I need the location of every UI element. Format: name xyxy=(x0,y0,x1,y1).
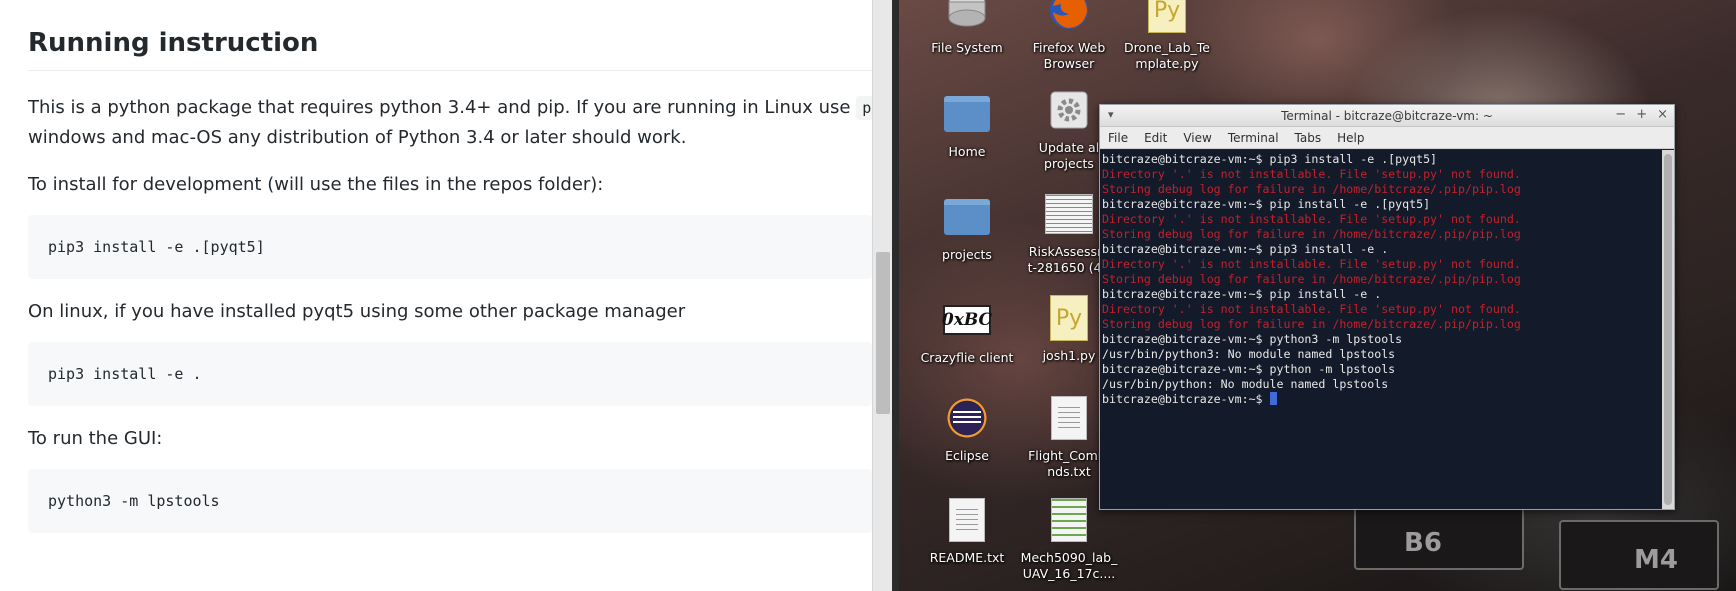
terminal-line: bitcraze@bitcraze-vm:~$ pip install -e . xyxy=(1102,287,1382,301)
text-file-icon xyxy=(1045,394,1093,442)
terminal-line: Storing debug log for failure in /home/b… xyxy=(1102,182,1521,196)
folder-link-icon xyxy=(943,193,991,241)
python-file-icon: Py xyxy=(1143,0,1191,34)
document-scroll-thumb[interactable] xyxy=(876,252,890,414)
minimize-button[interactable]: − xyxy=(1615,107,1626,122)
desktop-icon-label: Home xyxy=(948,144,986,159)
document-scrollbar[interactable] xyxy=(872,0,892,591)
desktop-icon-label: Mech5090_lab_ UAV_16_17c.... xyxy=(1020,550,1118,581)
desktop-icon-crazyflie-client[interactable]: 0xBC Crazyflie client xyxy=(912,296,1022,366)
terminal-output[interactable]: bitcraze@bitcraze-vm:~$ pip3 install -e … xyxy=(1100,150,1662,509)
terminal-line: Directory '.' is not installable. File '… xyxy=(1102,167,1521,181)
readme-document: Running instruction This is a python pac… xyxy=(0,0,872,591)
section-heading: Running instruction xyxy=(28,28,872,71)
desktop-icon-label: README.txt xyxy=(929,550,1005,565)
menu-help[interactable]: Help xyxy=(1337,131,1364,145)
terminal-menubar: File Edit View Terminal Tabs Help xyxy=(1100,127,1674,149)
desktop-icon-readme[interactable]: README.txt xyxy=(912,496,1022,566)
terminal-line: Storing debug log for failure in /home/b… xyxy=(1102,317,1521,331)
firefox-icon xyxy=(1045,0,1093,34)
python-file-icon: Py xyxy=(1045,294,1093,342)
desktop-icon-label: Eclipse xyxy=(945,448,989,463)
wallpaper-text-b6: B6 xyxy=(1404,528,1442,558)
terminal-line: Directory '.' is not installable. File '… xyxy=(1102,257,1521,271)
eclipse-icon xyxy=(943,394,991,442)
menu-file[interactable]: File xyxy=(1108,131,1128,145)
desktop-icon-label: File System xyxy=(931,40,1003,55)
terminal-line: Storing debug log for failure in /home/b… xyxy=(1102,272,1521,286)
code-block-install-pyqt5: pip3 install -e .[pyqt5] xyxy=(28,215,872,279)
terminal-line: bitcraze@bitcraze-vm:~$ python -m lpstoo… xyxy=(1102,362,1396,376)
menu-view[interactable]: View xyxy=(1183,131,1211,145)
install-dev-paragraph: To install for development (will use the… xyxy=(28,174,604,195)
gear-icon xyxy=(1045,86,1093,134)
terminal-line: /usr/bin/python: No module named lpstool… xyxy=(1102,377,1389,391)
run-gui-paragraph: To run the GUI: xyxy=(28,428,163,449)
window-menu-icon[interactable]: ▾ xyxy=(1108,108,1114,121)
code-block-install: pip3 install -e . xyxy=(28,342,872,406)
desktop-icon-label: Drone_Lab_Te mplate.py xyxy=(1123,40,1210,71)
desktop-icon-file-system[interactable]: File System xyxy=(912,0,1022,56)
desktop-icon-projects[interactable]: projects xyxy=(912,193,1022,263)
terminal-line: bitcraze@bitcraze-vm:~$ xyxy=(1102,392,1660,407)
document-thumbnail-icon xyxy=(1045,190,1093,238)
window-divider xyxy=(892,0,899,591)
wallpaper-text-m4: M4 xyxy=(1634,545,1678,575)
window-controls: − + × xyxy=(1615,107,1668,122)
home-folder-icon xyxy=(943,90,991,138)
desktop-icon-label: projects xyxy=(942,247,992,262)
drive-icon xyxy=(943,0,991,34)
terminal-scrollbar[interactable] xyxy=(1662,150,1674,509)
menu-edit[interactable]: Edit xyxy=(1144,131,1167,145)
spreadsheet-file-icon xyxy=(1045,496,1093,544)
terminal-line: bitcraze@bitcraze-vm:~$ python3 -m lpsto… xyxy=(1102,332,1403,346)
terminal-titlebar[interactable]: ▾ Terminal - bitcraze@bitcraze-vm: ~ − +… xyxy=(1100,105,1674,127)
terminal-line: Directory '.' is not installable. File '… xyxy=(1102,212,1521,226)
desktop-icon-eclipse[interactable]: Eclipse xyxy=(912,394,1022,464)
menu-tabs[interactable]: Tabs xyxy=(1295,131,1322,145)
readme-content: Running instruction This is a python pac… xyxy=(28,0,872,533)
desktop-icon-label: Firefox Web Browser xyxy=(1032,40,1106,71)
terminal-scroll-thumb[interactable] xyxy=(1664,154,1672,505)
crazyflie-logo-icon: 0xBC xyxy=(942,296,992,344)
terminal-line: Storing debug log for failure in /home/b… xyxy=(1102,227,1521,241)
intro-text-2: windows and mac-OS any distribution of P… xyxy=(28,127,687,148)
intro-paragraph: This is a python package that requires p… xyxy=(28,93,872,152)
terminal-line: Directory '.' is not installable. File '… xyxy=(1102,302,1521,316)
terminal-title: Terminal - bitcraze@bitcraze-vm: ~ xyxy=(1281,108,1493,123)
linux-paragraph: On linux, if you have installed pyqt5 us… xyxy=(28,301,686,322)
code-block-run: python3 -m lpstools xyxy=(28,469,872,533)
desktop-icon-home[interactable]: Home xyxy=(912,90,1022,160)
inline-code-pip3: pip3 xyxy=(856,96,872,120)
terminal-line: bitcraze@bitcraze-vm:~$ pip3 install -e … xyxy=(1102,242,1389,256)
text-file-icon xyxy=(943,496,991,544)
intro-text-1: This is a python package that requires p… xyxy=(28,97,857,118)
desktop-icon-firefox[interactable]: Firefox Web Browser xyxy=(1014,0,1124,72)
terminal-line: bitcraze@bitcraze-vm:~$ pip3 install -e … xyxy=(1102,152,1438,166)
terminal-window[interactable]: ▾ Terminal - bitcraze@bitcraze-vm: ~ − +… xyxy=(1099,104,1675,510)
close-button[interactable]: × xyxy=(1657,107,1668,122)
menu-terminal[interactable]: Terminal xyxy=(1228,131,1279,145)
terminal-cursor xyxy=(1269,392,1277,405)
terminal-line: /usr/bin/python3: No module named lpstoo… xyxy=(1102,347,1396,361)
terminal-line: bitcraze@bitcraze-vm:~$ pip install -e .… xyxy=(1102,197,1431,211)
desktop-icon-drone-lab-template[interactable]: Py Drone_Lab_Te mplate.py xyxy=(1112,0,1222,72)
maximize-button[interactable]: + xyxy=(1636,107,1647,122)
desktop-icon-label: Crazyflie client xyxy=(920,350,1014,365)
